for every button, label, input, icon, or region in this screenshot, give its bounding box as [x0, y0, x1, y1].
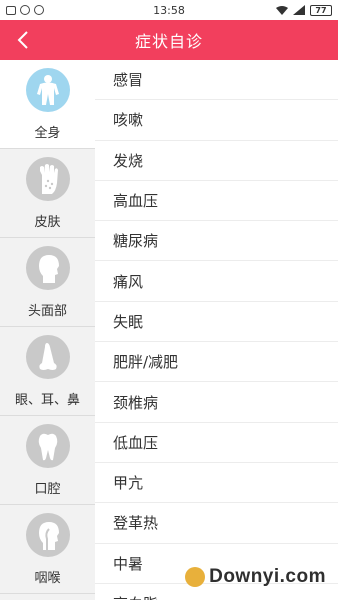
category-sidebar: 全身 皮肤 头面部 眼、耳、鼻 口腔 咽喉: [0, 60, 95, 600]
list-item[interactable]: 颈椎病: [95, 382, 338, 423]
status-left-icons: [6, 5, 44, 15]
status-right-icons: 77: [276, 4, 332, 16]
sidebar-item-skin[interactable]: 皮肤: [0, 149, 95, 238]
list-item[interactable]: 高血压: [95, 181, 338, 222]
wifi-icon: [276, 5, 288, 15]
sidebar-item-throat[interactable]: 咽喉: [0, 505, 95, 594]
alarm-icon: [34, 5, 44, 15]
sidebar-item-full-body[interactable]: 全身: [0, 60, 95, 149]
sidebar-item-oral[interactable]: 口腔: [0, 416, 95, 505]
head-icon: [25, 246, 70, 290]
list-item[interactable]: 感冒: [95, 60, 338, 101]
battery-indicator: 77: [310, 4, 332, 16]
list-item[interactable]: 低血压: [95, 423, 338, 463]
signal-icon: [293, 5, 305, 15]
notification-icon: [6, 5, 16, 15]
sidebar-item-label: 眼、耳、鼻: [14, 393, 80, 408]
throat-icon: [25, 513, 70, 557]
list-item[interactable]: 发烧: [95, 141, 338, 181]
nose-icon: [25, 335, 70, 379]
list-item[interactable]: 糖尿病: [95, 221, 338, 262]
app-header: 症状自诊: [0, 20, 338, 60]
sidebar-item-eye-ear-nose[interactable]: 眼、耳、鼻: [0, 327, 95, 416]
list-item[interactable]: 咳嗽: [95, 100, 338, 141]
chevron-left-icon: [17, 31, 28, 49]
back-button[interactable]: [10, 28, 36, 52]
watermark-text: Downyi.com: [209, 566, 326, 587]
page-title: 症状自诊: [134, 32, 203, 51]
sidebar-item-label: 口腔: [34, 482, 61, 497]
full-body-icon: [25, 68, 70, 112]
sidebar-item-label: 咽喉: [34, 571, 61, 586]
list-item[interactable]: 失眠: [95, 302, 338, 343]
list-item[interactable]: 甲亢: [95, 463, 338, 504]
watermark-logo-icon: [185, 567, 206, 587]
sidebar-item-label: 头面部: [27, 304, 67, 319]
list-item[interactable]: 登革热: [95, 503, 338, 544]
sidebar-item-head-face[interactable]: 头面部: [0, 238, 95, 327]
sidebar-item-label: 全身: [34, 126, 61, 141]
list-item[interactable]: 肥胖/减肥: [95, 342, 338, 383]
sync-icon: [20, 5, 30, 15]
sidebar-item-label: 皮肤: [34, 215, 61, 230]
hand-skin-icon: [25, 157, 70, 201]
symptom-list: 感冒 咳嗽 发烧 高血压 糖尿病 痛风 失眠 肥胖/减肥 颈椎病 低血压 甲亢 …: [95, 60, 338, 600]
status-bar: 13:58 77: [0, 0, 338, 20]
watermark: Downyi.com: [185, 566, 326, 588]
list-item[interactable]: 痛风: [95, 261, 338, 302]
tooth-icon: [25, 424, 70, 468]
